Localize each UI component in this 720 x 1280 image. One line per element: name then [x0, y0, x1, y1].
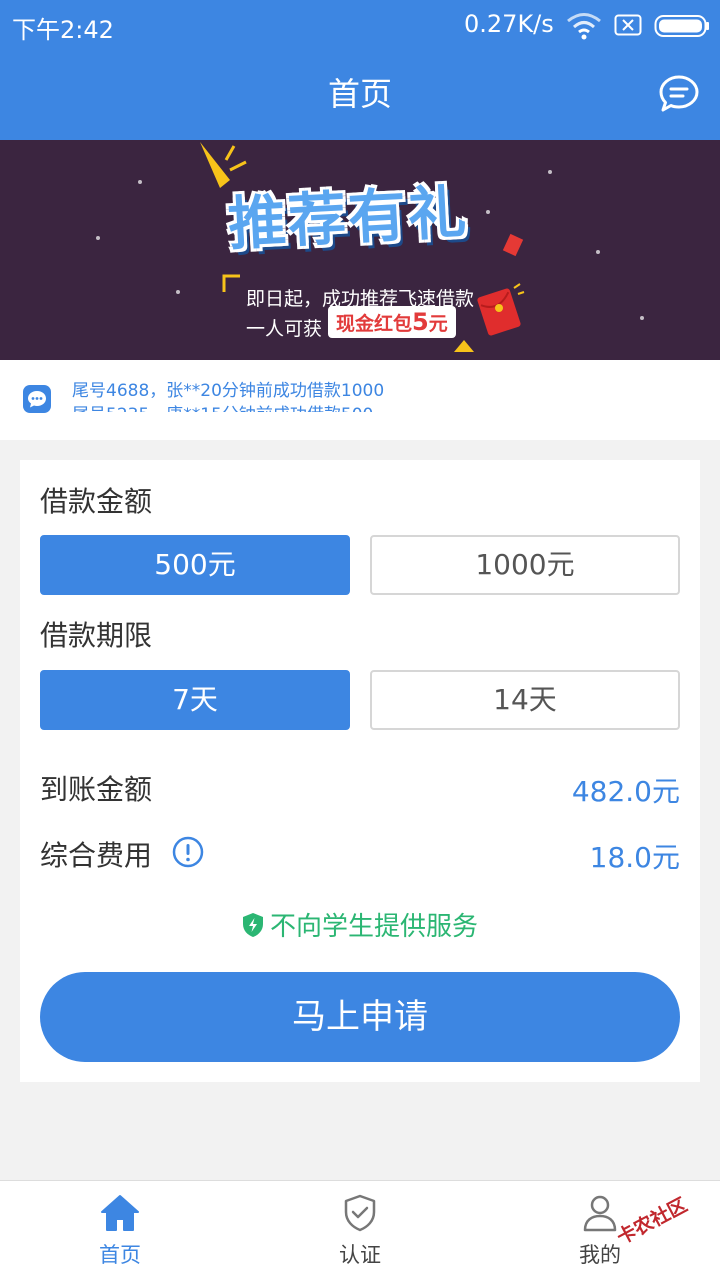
banner-line-2: 一人可获: [246, 318, 323, 340]
home-icon: [101, 1195, 139, 1231]
bottom-tab-bar: 首页 认证 我的: [0, 1180, 720, 1280]
tab-home-label: 首页: [99, 1243, 141, 1267]
info-icon[interactable]: [172, 836, 204, 868]
received-amount-label: 到账金额: [40, 773, 153, 806]
battery-icon: [654, 15, 709, 37]
term-label: 借款期限: [40, 619, 153, 652]
loan-ticker: 尾号4688，张**20分钟前成功借款1000 尾号5235，唐**15分钟前成…: [0, 360, 720, 440]
amount-label: 借款金额: [40, 485, 153, 518]
received-amount-value: 482.0元: [571, 775, 680, 808]
term-option-7[interactable]: 7天: [40, 670, 350, 730]
ticker-mask-top: [0, 360, 720, 382]
status-time: 下午2:42: [12, 16, 114, 44]
banner-highlight-amount: 5: [412, 308, 429, 336]
student-notice-text: 不向学生提供服务: [269, 912, 478, 942]
page-title: 首页: [327, 75, 392, 113]
chat-bubble-icon: [23, 385, 51, 413]
message-icon[interactable]: [658, 74, 700, 114]
fee-value: 18.0元: [589, 841, 680, 874]
tab-verify-label: 认证: [339, 1243, 381, 1267]
fee-label: 综合费用: [40, 839, 153, 872]
apply-button[interactable]: 马上申请: [40, 972, 680, 1062]
shield-check-icon: [344, 1194, 376, 1232]
network-speed: 0.27K/s: [464, 10, 554, 38]
banner-highlight-unit: 元: [428, 313, 448, 335]
top-app-bar: 下午2:42 0.27K/s 首页: [0, 0, 720, 140]
confetti-decoration: [222, 274, 240, 292]
term-option-14[interactable]: 14天: [370, 670, 680, 730]
red-envelope-icon: [477, 283, 525, 336]
student-notice: 不向学生提供服务: [0, 906, 720, 943]
ticker-mask-bottom: [0, 412, 720, 440]
sim-icon: [614, 14, 642, 36]
banner-headline: 推荐有礼: [226, 177, 470, 259]
amount-option-500[interactable]: 500元: [40, 535, 350, 595]
banner-highlight: 现金红包5元: [328, 306, 456, 338]
tab-home[interactable]: 首页: [0, 1181, 240, 1280]
wifi-icon: [567, 13, 601, 40]
amount-option-1000[interactable]: 1000元: [370, 535, 680, 595]
shield-bolt-icon: [242, 913, 263, 937]
confetti-decoration: [454, 340, 474, 352]
banner-highlight-text: 现金红包: [336, 313, 413, 335]
tab-verify[interactable]: 认证: [240, 1181, 480, 1280]
status-bar: 下午2:42 0.27K/s: [0, 0, 720, 52]
